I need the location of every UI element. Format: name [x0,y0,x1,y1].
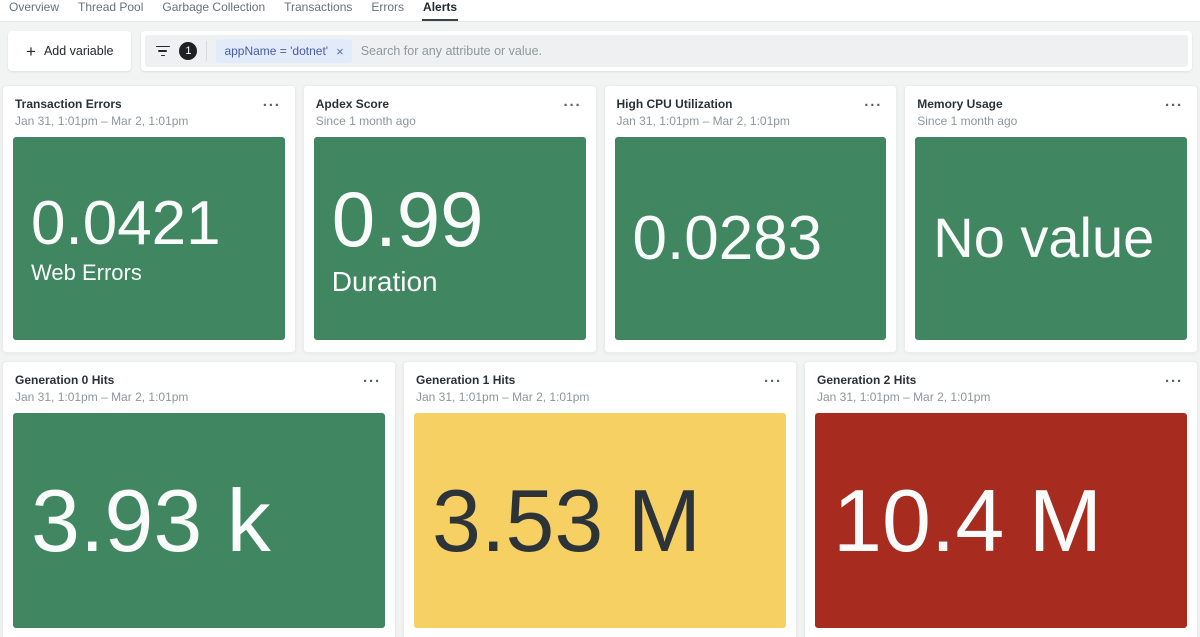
tab-garbage-collection[interactable]: Garbage Collection [161,0,266,21]
card-title: Generation 2 Hits [817,373,990,389]
card-title: Generation 1 Hits [416,373,589,389]
search-input[interactable] [361,44,1178,58]
card-header-text: High CPU Utilization Jan 31, 1:01pm – Ma… [617,97,790,129]
card-header-text: Generation 2 Hits Jan 31, 1:01pm – Mar 2… [817,373,990,405]
tab-alerts[interactable]: Alerts [422,0,458,21]
dashboard-card: Generation 1 Hits Jan 31, 1:01pm – Mar 2… [403,361,797,637]
card-menu-button[interactable]: ··· [261,97,283,114]
card-header: Apdex Score Since 1 month ago ··· [304,86,596,129]
card-header: Generation 1 Hits Jan 31, 1:01pm – Mar 2… [404,362,796,405]
tab-thread-pool[interactable]: Thread Pool [77,0,144,21]
card-header: Memory Usage Since 1 month ago ··· [905,86,1197,129]
filter-input[interactable]: 1 appName = 'dotnet' × [145,35,1188,67]
tab-transactions[interactable]: Transactions [283,0,353,21]
card-menu-button[interactable]: ··· [361,373,383,390]
billboard-value: 3.93 k [31,475,271,567]
card-title: High CPU Utilization [617,97,790,113]
billboard-label: Web Errors [31,260,142,286]
toolbar: + Add variable 1 appName = 'dotnet' × [8,31,1192,71]
tab-overview[interactable]: Overview [8,0,60,21]
card-time-range: Since 1 month ago [316,113,416,130]
card-time-range: Jan 31, 1:01pm – Mar 2, 1:01pm [416,389,589,406]
filter-count-badge: 1 [179,42,197,60]
add-variable-label: Add variable [44,44,114,58]
card-header-text: Memory Usage Since 1 month ago [917,97,1017,129]
tab-bar: Overview Thread Pool Garbage Collection Tra… [0,0,1200,22]
card-header: Transaction Errors Jan 31, 1:01pm – Mar … [3,86,295,129]
dashboard-card: Apdex Score Since 1 month ago ··· 0.99 D… [303,85,597,353]
dashboard-row-2: Generation 0 Hits Jan 31, 1:01pm – Mar 2… [2,361,1198,637]
billboard[interactable]: 0.99 Duration [314,137,586,340]
filter-chip[interactable]: appName = 'dotnet' × [216,39,351,63]
billboard-label: Duration [332,265,438,299]
dashboard-card: Memory Usage Since 1 month ago ··· No va… [904,85,1198,353]
card-time-range: Jan 31, 1:01pm – Mar 2, 1:01pm [15,113,188,130]
card-header: Generation 0 Hits Jan 31, 1:01pm – Mar 2… [3,362,395,405]
card-header-text: Transaction Errors Jan 31, 1:01pm – Mar … [15,97,188,129]
card-header-text: Apdex Score Since 1 month ago [316,97,416,129]
billboard-value: 0.99 [332,179,484,261]
filter-icon [155,46,170,57]
tab-errors[interactable]: Errors [370,0,405,21]
card-time-range: Jan 31, 1:01pm – Mar 2, 1:01pm [817,389,990,406]
card-time-range: Jan 31, 1:01pm – Mar 2, 1:01pm [617,113,790,130]
billboard[interactable]: 3.93 k [13,413,385,628]
plus-icon: + [26,43,36,60]
card-title: Memory Usage [917,97,1017,113]
card-menu-button[interactable]: ··· [1163,373,1185,390]
dashboard-row-1: Transaction Errors Jan 31, 1:01pm – Mar … [2,85,1198,353]
billboard-value: No value [933,209,1154,268]
dashboard-card: Transaction Errors Jan 31, 1:01pm – Mar … [2,85,296,353]
card-header-text: Generation 0 Hits Jan 31, 1:01pm – Mar 2… [15,373,188,405]
card-header: Generation 2 Hits Jan 31, 1:01pm – Mar 2… [805,362,1197,405]
billboard-value: 0.0283 [633,206,823,271]
card-time-range: Jan 31, 1:01pm – Mar 2, 1:01pm [15,389,188,406]
card-title: Generation 0 Hits [15,373,188,389]
dashboard-card: Generation 2 Hits Jan 31, 1:01pm – Mar 2… [804,361,1198,637]
filter-chip-label: appName = 'dotnet' [224,44,328,58]
billboard[interactable]: 0.0421 Web Errors [13,137,285,340]
add-variable-button[interactable]: + Add variable [8,31,131,71]
card-menu-button[interactable]: ··· [1163,97,1185,114]
chip-close-icon[interactable]: × [336,45,344,58]
billboard[interactable]: No value [915,137,1187,340]
card-title: Transaction Errors [15,97,188,113]
dashboard: Transaction Errors Jan 31, 1:01pm – Mar … [0,85,1200,637]
card-title: Apdex Score [316,97,416,113]
card-header: High CPU Utilization Jan 31, 1:01pm – Ma… [605,86,897,129]
filter-divider [206,41,207,61]
card-menu-button[interactable]: ··· [562,97,584,114]
billboard[interactable]: 3.53 M [414,413,786,628]
billboard-value: 0.0421 [31,191,221,256]
card-menu-button[interactable]: ··· [762,373,784,390]
billboard[interactable]: 0.0283 [615,137,887,340]
dashboard-card: Generation 0 Hits Jan 31, 1:01pm – Mar 2… [2,361,396,637]
billboard-value: 3.53 M [432,475,701,567]
card-menu-button[interactable]: ··· [862,97,884,114]
dashboard-card: High CPU Utilization Jan 31, 1:01pm – Ma… [604,85,898,353]
billboard[interactable]: 10.4 M [815,413,1187,628]
card-time-range: Since 1 month ago [917,113,1017,130]
filter-bar: 1 appName = 'dotnet' × [141,31,1192,71]
card-header-text: Generation 1 Hits Jan 31, 1:01pm – Mar 2… [416,373,589,405]
billboard-value: 10.4 M [833,475,1102,567]
